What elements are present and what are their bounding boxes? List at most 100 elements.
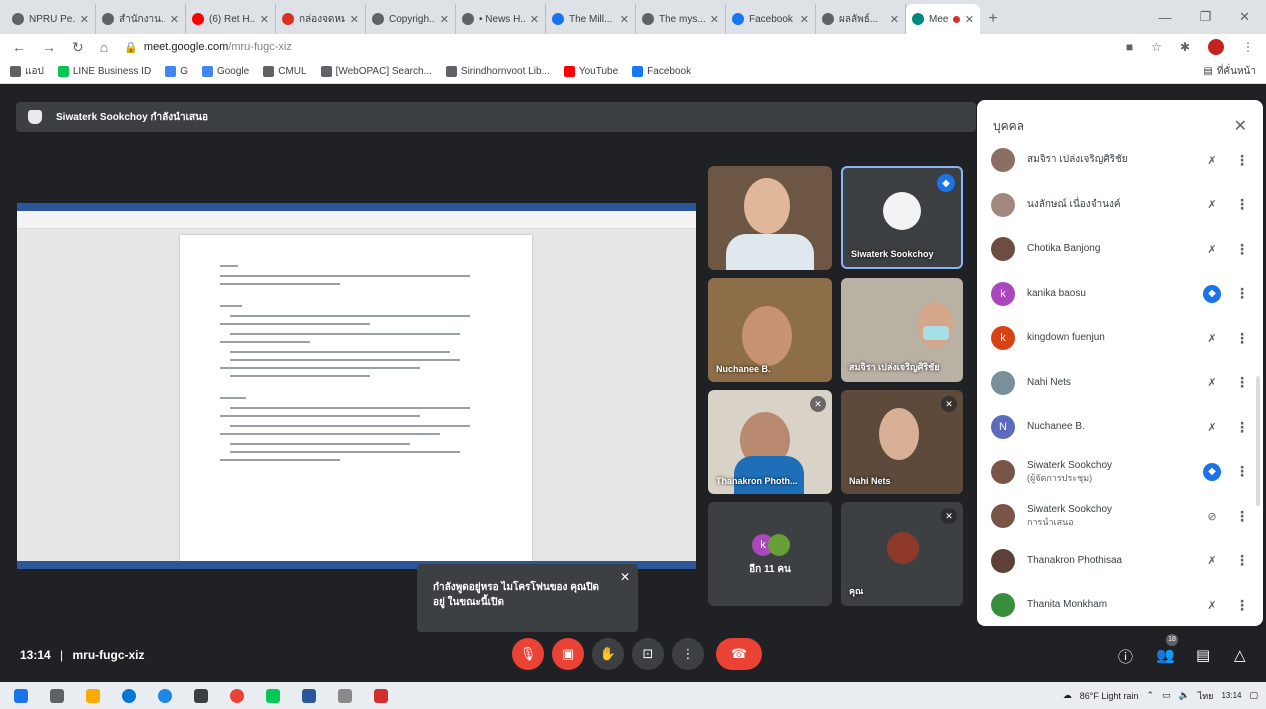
mic-off-icon[interactable]: ✗ — [1201, 154, 1223, 167]
language-indicator[interactable]: ไทย — [1198, 689, 1214, 703]
forward-icon[interactable]: → — [42, 39, 56, 55]
word-icon[interactable] — [302, 688, 316, 703]
address-bar[interactable]: 🔒 meet.google.com/mru-fugc-xiz — [124, 37, 1110, 57]
more-vert-icon[interactable]: ⋮ — [1235, 508, 1249, 525]
mic-off-icon[interactable]: ✗ — [1201, 599, 1223, 612]
network-icon[interactable]: ▭ — [1162, 690, 1171, 701]
bookmark-item[interactable]: YouTube — [563, 66, 618, 77]
participant-row[interactable]: สมจิรา เปล่งเจริญศิริชัย ✗ ⋮ — [977, 138, 1263, 183]
more-vert-icon[interactable]: ⋮ — [1235, 597, 1249, 614]
more-vert-icon[interactable]: ⋮ — [1235, 374, 1249, 391]
browser-tab[interactable]: NPRU Pe... ✕ — [6, 4, 96, 34]
browser-tab[interactable]: • News H... ✕ — [456, 4, 546, 34]
mic-off-icon[interactable]: ✗ — [1201, 198, 1223, 211]
browser-tab[interactable]: Meet ✕ — [906, 4, 980, 34]
more-vert-icon[interactable]: ⋮ — [1235, 419, 1249, 436]
close-panel-icon[interactable]: ✕ — [1234, 116, 1247, 136]
bookmark-item[interactable]: Google — [201, 66, 249, 77]
browser-tab[interactable]: กล่องจดหมาย ✕ — [276, 4, 366, 34]
close-tab-icon[interactable]: ✕ — [965, 13, 974, 26]
close-tab-icon[interactable]: ✕ — [710, 13, 719, 26]
activities-icon[interactable]: △ — [1234, 646, 1246, 664]
more-vert-icon[interactable]: ⋮ — [1235, 196, 1249, 213]
bookmark-item[interactable]: Sirindhornvoot Lib... — [445, 66, 550, 77]
close-tab-icon[interactable]: ✕ — [260, 13, 269, 26]
raise-hand-button[interactable]: ✋ — [592, 638, 624, 670]
browser-tab[interactable]: สำนักงาน... ✕ — [96, 4, 186, 34]
close-tab-icon[interactable]: ✕ — [170, 13, 179, 26]
more-vert-icon[interactable]: ⋮ — [1235, 552, 1249, 569]
video-tile-self[interactable]: ✕ คุณ — [841, 502, 963, 606]
back-icon[interactable]: ← — [12, 39, 26, 55]
people-icon[interactable]: 👥 — [1156, 646, 1175, 664]
close-tab-icon[interactable]: ✕ — [530, 13, 539, 26]
extensions-icon[interactable]: ✱ — [1180, 40, 1190, 54]
line-icon[interactable] — [266, 688, 280, 703]
mic-off-icon[interactable]: ✗ — [1201, 332, 1223, 345]
task-view-icon[interactable] — [50, 688, 64, 703]
participant-row[interactable]: Siwaterk Sookchoy การนำเสนอ ⊘ ⋮ — [977, 494, 1263, 539]
camera-indicator-icon[interactable]: ■ — [1126, 40, 1133, 54]
meeting-details-icon[interactable]: ⓘ — [1118, 646, 1133, 667]
reading-list[interactable]: ▤ ที่คั่นหน้า — [1203, 64, 1256, 79]
more-vert-icon[interactable]: ⋮ — [1235, 241, 1249, 258]
participant-row[interactable]: Chotika Banjong ✗ ⋮ — [977, 227, 1263, 272]
mic-off-icon[interactable]: ✗ — [1201, 554, 1223, 567]
present-button[interactable]: ⊡ — [632, 638, 664, 670]
participant-row[interactable]: k kingdown fuenjun ✗ ⋮ — [977, 316, 1263, 361]
close-tab-icon[interactable]: ✕ — [800, 13, 809, 26]
video-tile-thanakron[interactable]: ✕ Thanakron Photh... — [708, 390, 832, 494]
app-icon[interactable] — [338, 688, 352, 703]
speaking-icon[interactable]: ◆ — [1203, 284, 1221, 303]
mic-off-icon[interactable]: ✗ — [1201, 421, 1223, 434]
new-tab-button[interactable]: + — [980, 4, 1006, 34]
tray-chevron-icon[interactable]: ⌃ — [1146, 690, 1154, 701]
more-vert-icon[interactable]: ⋮ — [1235, 152, 1249, 169]
video-tile[interactable] — [708, 166, 832, 270]
presenting-mic-off-icon[interactable]: ⊘ — [1201, 510, 1223, 523]
mic-off-icon[interactable]: ✗ — [1201, 376, 1223, 389]
mic-toggle-button[interactable]: 🎙 — [512, 638, 544, 670]
weather-text[interactable]: 86°F Light rain — [1080, 691, 1139, 701]
participant-row[interactable]: Thanakron Phothisaa ✗ ⋮ — [977, 539, 1263, 584]
more-options-button[interactable]: ⋮ — [672, 638, 704, 670]
close-toast-icon[interactable]: ✕ — [620, 570, 630, 585]
participant-row[interactable]: นงลักษณ์ เนื่องจำนงค์ ✗ ⋮ — [977, 183, 1263, 228]
more-vert-icon[interactable]: ⋮ — [1235, 330, 1249, 347]
ie-icon[interactable] — [158, 688, 172, 703]
participant-row[interactable]: Thanita Monkham ✗ ⋮ — [977, 583, 1263, 626]
chrome-icon[interactable] — [230, 688, 244, 703]
browser-tab[interactable]: Copyrigh... ✕ — [366, 4, 456, 34]
store-icon[interactable] — [194, 688, 208, 703]
participant-row[interactable]: Siwaterk Sookchoy (ผู้จัดการประชุม) ◆ ⋮ — [977, 450, 1263, 495]
bookmark-item[interactable]: LINE Business ID — [57, 66, 151, 77]
menu-dots-icon[interactable]: ⋮ — [1242, 40, 1254, 54]
reload-icon[interactable]: ↻ — [72, 39, 84, 56]
more-participants-tile[interactable]: k อีก 11 คน — [708, 502, 832, 606]
bookmark-item[interactable]: [WebOPAC] Search... — [320, 66, 432, 77]
participant-row[interactable]: N Nuchanee B. ✗ ⋮ — [977, 405, 1263, 450]
file-explorer-icon[interactable] — [86, 688, 100, 703]
browser-tab[interactable]: ผลลัพธ์... ✕ — [816, 4, 906, 34]
start-icon[interactable] — [14, 688, 28, 703]
video-tile-nahi[interactable]: ✕ Nahi Nets — [841, 390, 963, 494]
bookmark-item[interactable]: Facebook — [632, 66, 691, 77]
leave-call-button[interactable]: ☎ — [716, 638, 762, 670]
bookmark-item[interactable]: G — [165, 66, 188, 77]
volume-icon[interactable]: 🔈 — [1179, 690, 1190, 701]
browser-tab[interactable]: Facebook ✕ — [726, 4, 816, 34]
camera-toggle-button[interactable]: ▣ — [552, 638, 584, 670]
video-tile-nuchanee[interactable]: Nuchanee B. — [708, 278, 832, 382]
participant-row[interactable]: Nahi Nets ✗ ⋮ — [977, 361, 1263, 406]
video-tile-somjira[interactable]: สมจิรา เปล่งเจริญศิริชัย — [841, 278, 963, 382]
edge-icon[interactable] — [122, 688, 136, 703]
browser-tab[interactable]: The Mill... ✕ — [546, 4, 636, 34]
close-window-icon[interactable]: ✕ — [1239, 9, 1250, 25]
pdf-icon[interactable] — [374, 688, 388, 703]
close-tab-icon[interactable]: ✕ — [440, 13, 449, 26]
panel-scrollbar[interactable] — [1256, 376, 1260, 506]
chat-icon[interactable]: ▤ — [1196, 646, 1210, 664]
close-tab-icon[interactable]: ✕ — [350, 13, 359, 26]
close-tab-icon[interactable]: ✕ — [620, 13, 629, 26]
browser-tab[interactable]: (6) Ret H... ✕ — [186, 4, 276, 34]
